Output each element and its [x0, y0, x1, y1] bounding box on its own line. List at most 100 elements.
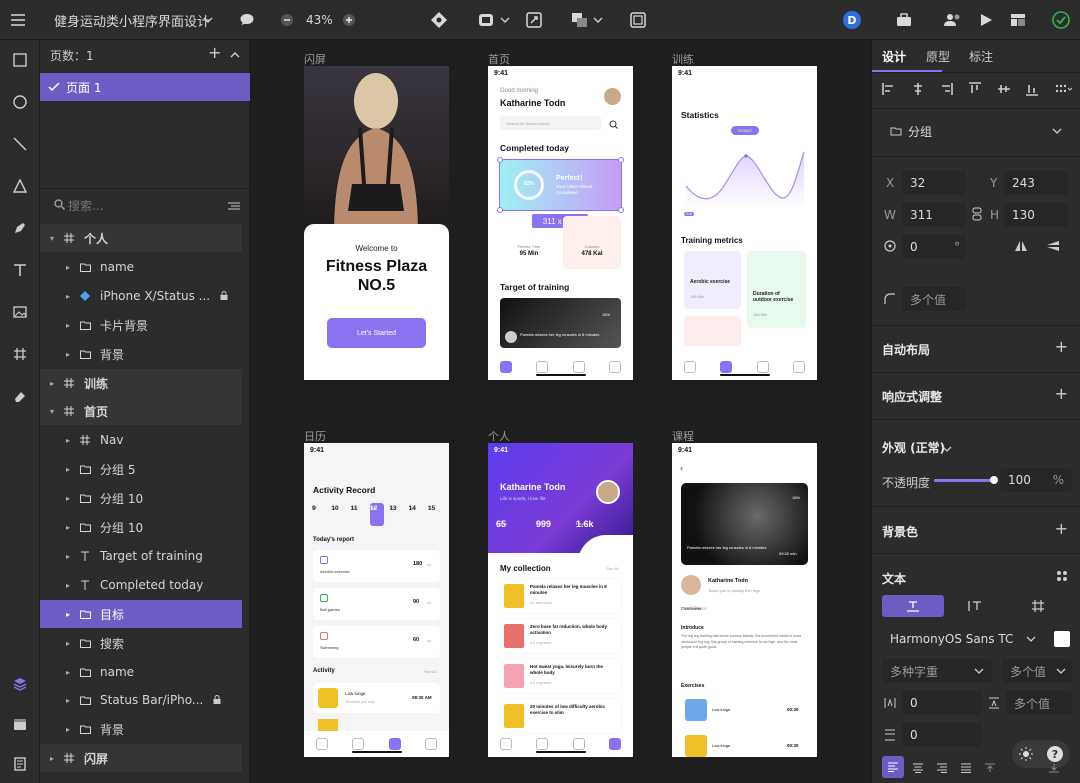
tab-home-icon[interactable]	[316, 738, 329, 750]
chevron-down-icon[interactable]	[500, 0, 510, 40]
calendar-day[interactable]: Sat 9	[312, 503, 326, 526]
sun-icon[interactable]	[1019, 747, 1033, 761]
text-tool-icon[interactable]	[10, 260, 30, 280]
appearance-section[interactable]: 外观 (正常)	[882, 439, 945, 456]
zoom-out-icon[interactable]	[280, 0, 294, 40]
back-icon[interactable]: ‹	[680, 464, 683, 473]
frame-profile[interactable]: 9:41 Katharine Todn Life is sports, I lo…	[488, 443, 633, 757]
font-weight-select[interactable]: 多种字重	[882, 659, 992, 683]
outdoor-card[interactable]: Duration of outdoor exercise 180 Min	[747, 251, 806, 328]
frame-label-calendar[interactable]: 日历	[304, 428, 326, 444]
layer-row[interactable]: ▸ 搜索	[40, 629, 242, 657]
avatar[interactable]: D	[843, 0, 861, 40]
frame-label-splash[interactable]: 闪屏	[304, 51, 326, 67]
layer-row[interactable]: ▸ 训练	[40, 369, 242, 397]
calendar-day[interactable]: Tue 12	[369, 503, 384, 526]
tab-profile-icon[interactable]	[608, 738, 621, 750]
expand-caret-icon[interactable]: ▾	[50, 407, 60, 416]
frame-label-training[interactable]: 训练	[672, 51, 694, 67]
h-input[interactable]: 130	[1004, 203, 1068, 227]
aerobic-card[interactable]: Aerobic exercise 156 Min	[684, 251, 741, 309]
align-text-center-icon[interactable]	[912, 762, 924, 776]
eraser-tool-icon[interactable]	[10, 386, 30, 406]
tab-training-icon[interactable]	[720, 361, 733, 373]
lock-icon[interactable]	[220, 289, 228, 303]
avatar[interactable]	[604, 88, 621, 105]
avatar[interactable]	[596, 480, 620, 504]
layer-row[interactable]: ▸ 背景	[40, 340, 242, 368]
collapse-caret-icon[interactable]: ▸	[66, 263, 76, 272]
tab-calendar-icon[interactable]	[756, 361, 769, 373]
tab-home-icon[interactable]	[684, 361, 697, 373]
calories-card[interactable]	[563, 216, 621, 269]
help-icon[interactable]: ?	[1047, 746, 1063, 762]
opacity-input[interactable]: 100%	[1000, 468, 1072, 492]
add-background-icon[interactable]: +	[1055, 519, 1068, 538]
report-row[interactable]: Ball games 90 Min	[313, 588, 440, 620]
frame-icon[interactable]	[630, 0, 646, 40]
text-style-grid-icon[interactable]	[1056, 570, 1068, 585]
font-family-select[interactable]: HarmonyOS Sans TC	[882, 627, 1044, 651]
layer-row[interactable]: ▸ 分组 10	[40, 484, 242, 512]
ellipse-tool-icon[interactable]	[10, 92, 30, 112]
collapse-caret-icon[interactable]: ▸	[66, 725, 76, 734]
layer-row[interactable]: ▾ 首页	[40, 397, 242, 425]
collapse-icon[interactable]	[230, 48, 240, 62]
expand-caret-icon[interactable]: ▸	[50, 379, 60, 388]
collapse-caret-icon[interactable]: ▸	[66, 639, 76, 648]
y-input[interactable]: 243	[1004, 171, 1068, 195]
tab-home-icon[interactable]	[500, 738, 513, 750]
add-responsive-icon[interactable]: +	[1055, 384, 1068, 403]
tab-training-icon[interactable]	[536, 361, 549, 373]
expand-caret-icon[interactable]: ▸	[50, 754, 60, 763]
text-fixed-size-icon[interactable]	[1032, 600, 1044, 615]
line-tool-icon[interactable]	[10, 134, 30, 154]
mask-icon[interactable]	[526, 0, 542, 40]
valign-bottom-icon[interactable]	[1048, 762, 1060, 776]
tab-profile-icon[interactable]	[608, 361, 621, 373]
comment-icon[interactable]	[239, 0, 255, 40]
search-input[interactable]: Search for fitness videos	[500, 116, 601, 130]
font-size-select[interactable]: 多个值	[1002, 659, 1072, 683]
boolean-icon[interactable]	[478, 0, 496, 40]
calendar-day[interactable]: Wed 13	[389, 503, 403, 526]
flip-vertical-icon[interactable]	[1046, 240, 1060, 255]
layers-icon[interactable]	[10, 674, 30, 694]
layout-icon[interactable]	[1010, 0, 1026, 40]
add-page-icon[interactable]: +	[208, 43, 221, 62]
align-text-right-icon[interactable]	[936, 762, 948, 776]
layer-row[interactable]: ▸ Target of training	[40, 542, 242, 570]
tab-calendar-icon[interactable]	[572, 361, 585, 373]
align-middle-icon[interactable]	[997, 82, 1011, 96]
completed-card[interactable]: 82% Perfect！ Your Class Almost Completed	[499, 159, 622, 211]
frame-label-course[interactable]: 课程	[672, 428, 694, 444]
target-video-card[interactable]: Pamela relaxes her leg muscles in 8 minu…	[500, 298, 621, 348]
swim-card[interactable]	[684, 316, 741, 346]
tab-leaderboard[interactable]: Leaderboard	[681, 606, 707, 611]
exercise-item[interactable]: Low lunge 00:30	[681, 697, 808, 725]
collapse-caret-icon[interactable]: ▸	[66, 581, 76, 590]
zoom-level[interactable]: 43%	[306, 0, 333, 40]
collapse-caret-icon[interactable]: ▸	[66, 350, 76, 359]
rotation-input[interactable]: 0 °	[902, 235, 966, 259]
align-center-h-icon[interactable]	[911, 82, 925, 96]
group-type-select[interactable]: 分组	[882, 119, 1072, 143]
text-color-swatch[interactable]	[1054, 631, 1070, 647]
collapse-caret-icon[interactable]: ▸	[66, 610, 76, 619]
frame-splash[interactable]: Welcome to Fitness Plaza NO.5 Let's Star…	[304, 66, 449, 380]
tab-annotate[interactable]: 标注	[969, 48, 993, 65]
see-all-link[interactable]: See All	[606, 566, 618, 571]
resize-handle[interactable]	[497, 207, 503, 213]
collapse-caret-icon[interactable]: ▸	[66, 494, 76, 503]
pen-tool-icon[interactable]	[10, 218, 30, 238]
align-text-justify-icon[interactable]	[960, 762, 972, 776]
assets-icon[interactable]	[10, 714, 30, 734]
frame-label-home[interactable]: 首页	[488, 51, 510, 67]
align-top-icon[interactable]	[968, 82, 982, 96]
frame-home[interactable]: 9:41 Good morning Katharine Todn Search …	[488, 66, 633, 380]
exercise-item[interactable]: Low lunge 00:30	[681, 733, 808, 757]
collapse-caret-icon[interactable]: ▸	[66, 552, 76, 561]
x-input[interactable]: 32	[902, 171, 966, 195]
align-right-icon[interactable]	[939, 82, 954, 96]
collection-item[interactable]: Hot sweat yoga, leisurely burn the whole…	[500, 659, 621, 693]
